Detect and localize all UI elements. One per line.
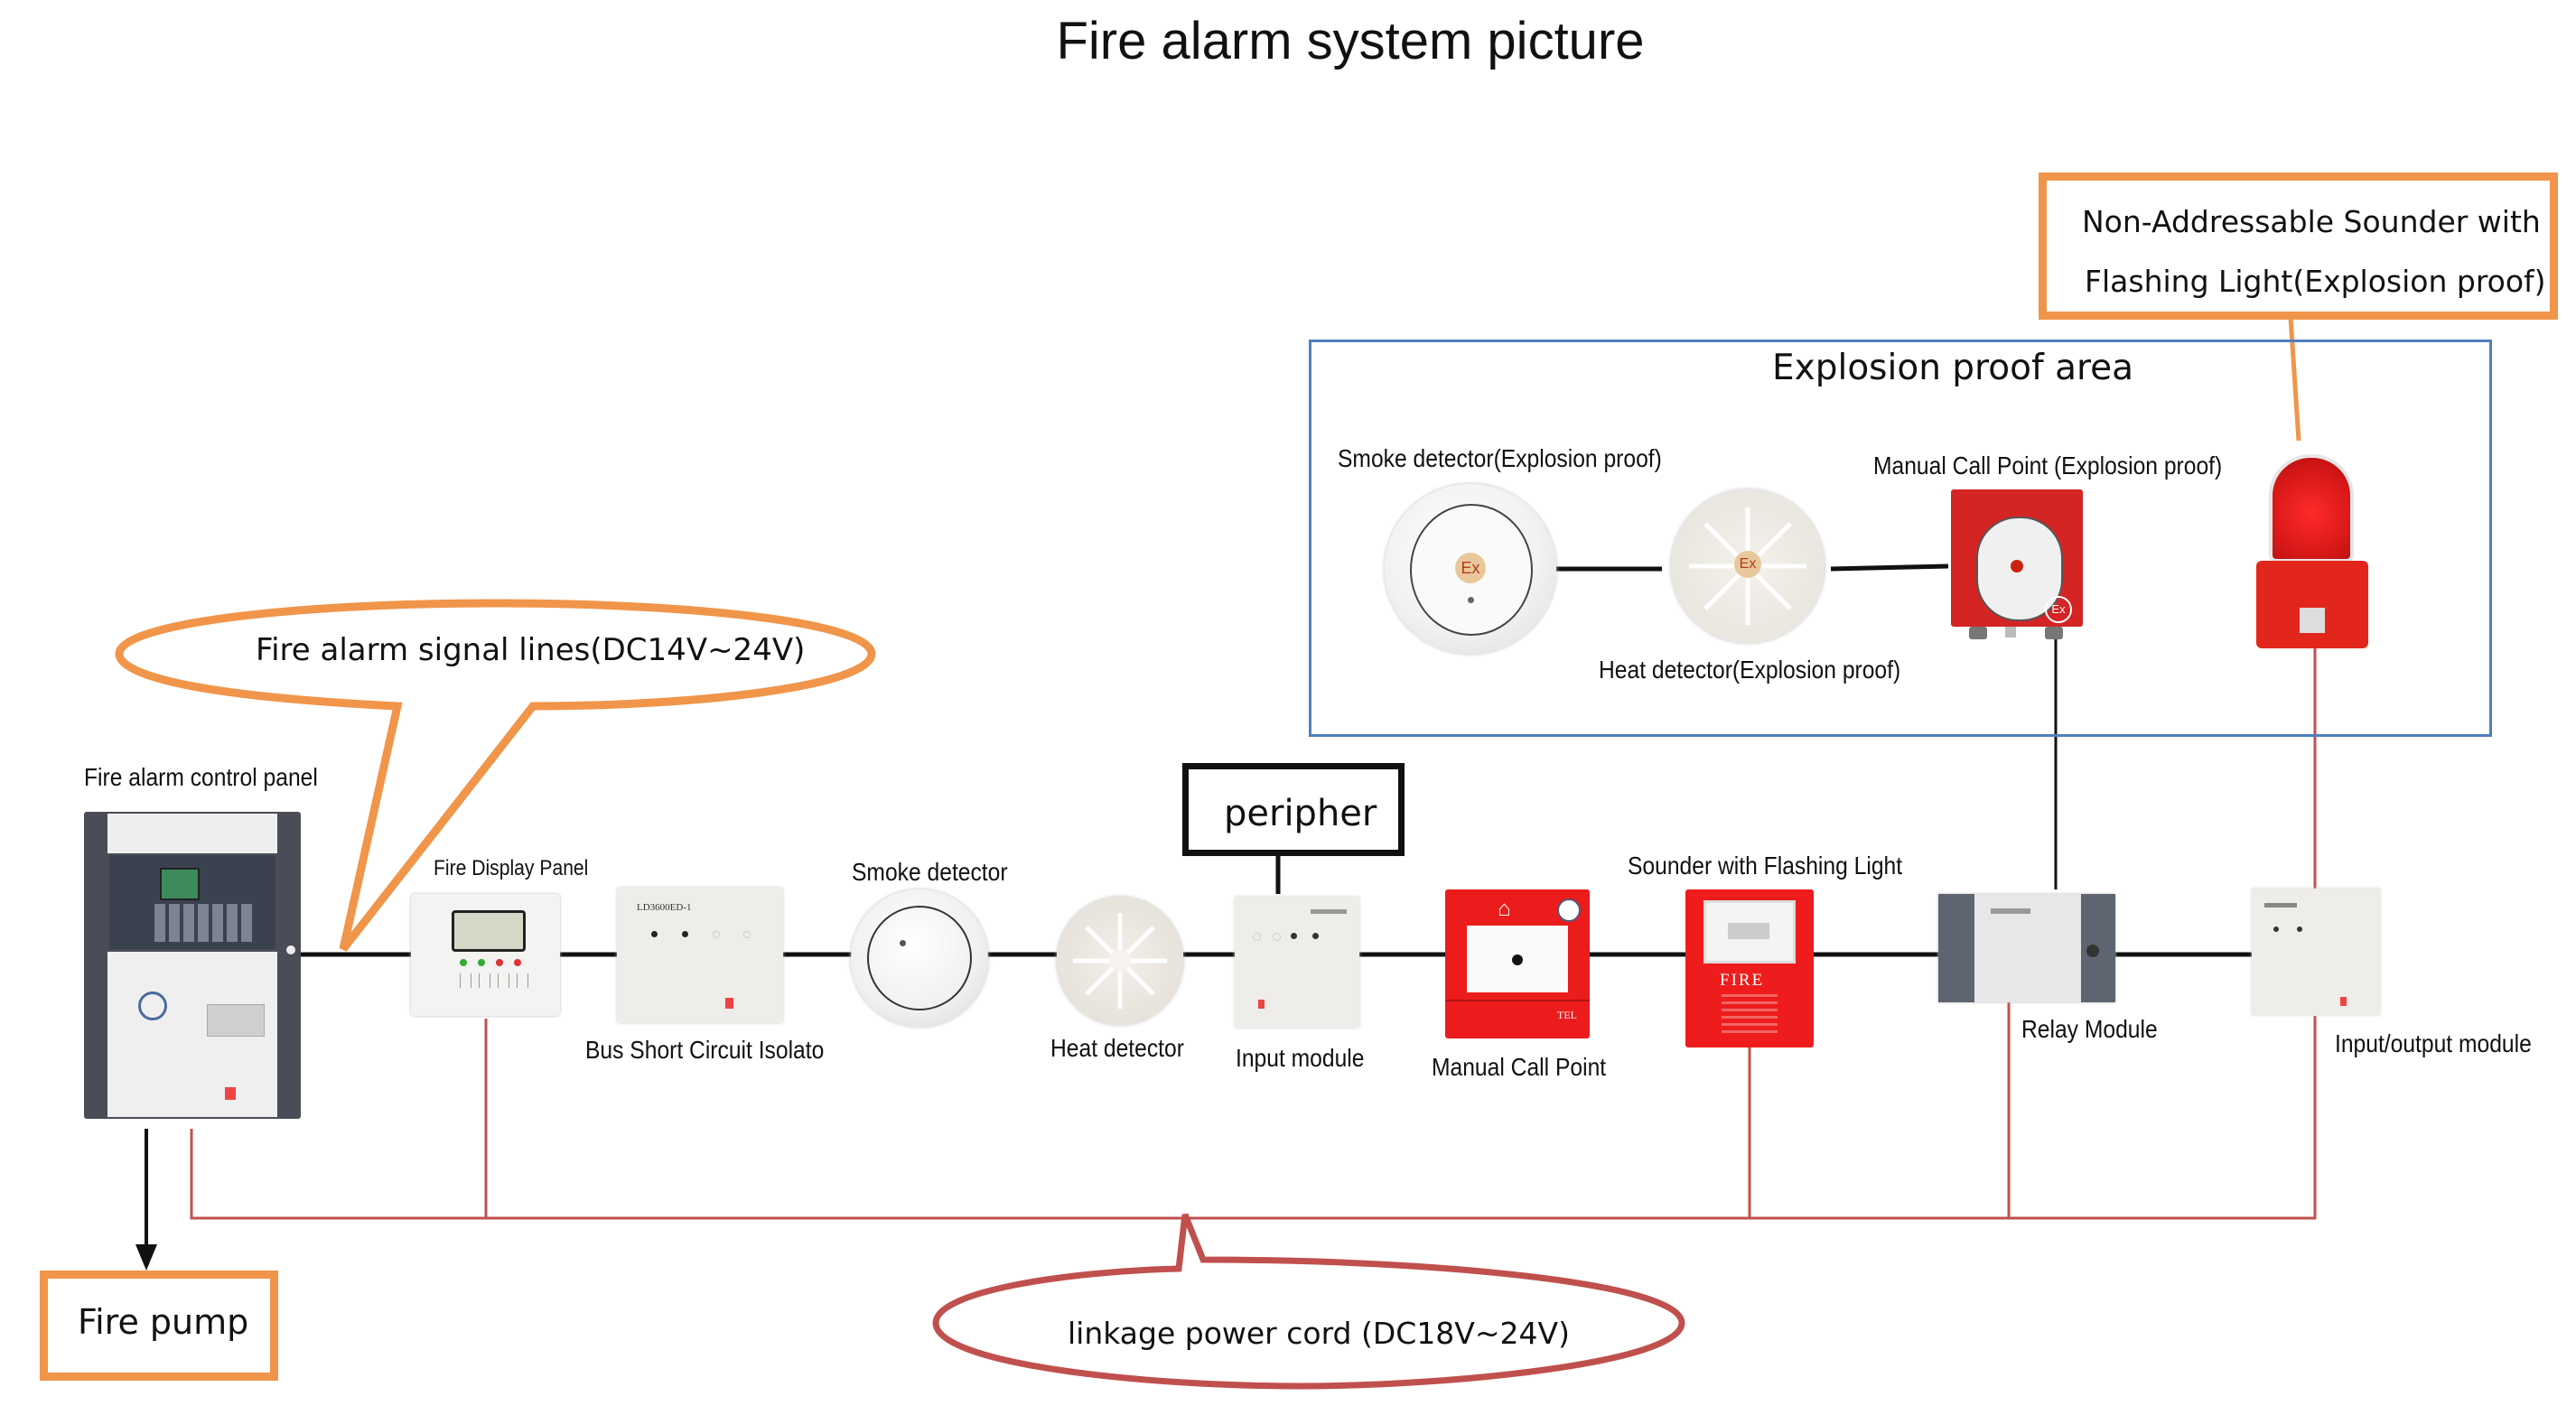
ex-badge-icon: Ex	[1734, 551, 1761, 578]
input-module[interactable]	[1235, 897, 1359, 1028]
fire-pump-arrowhead	[135, 1244, 157, 1271]
power-cord-label: linkage power cord (DC18V~24V)	[1068, 1316, 1570, 1351]
heat-detector-label: Heat detector	[1050, 1034, 1184, 1062]
peripher-label: peripher	[1224, 793, 1377, 834]
press-button-icon	[1512, 954, 1523, 965]
ex-badge-icon: Ex	[1455, 553, 1486, 583]
power-cord-callout-shape	[932, 1213, 1685, 1390]
signal-lines-label: Fire alarm signal lines(DC14V~24V)	[256, 632, 806, 668]
printer-icon	[207, 1004, 265, 1037]
fire-display-panel[interactable]	[411, 894, 560, 1016]
lock-icon	[2086, 945, 2099, 957]
explosion-area-title: Explosion proof area	[1772, 348, 2134, 388]
relay-module-label: Relay Module	[2021, 1015, 2158, 1043]
smoke-detector[interactable]	[851, 889, 988, 1027]
relay-module[interactable]	[1938, 894, 2115, 1002]
display-screen-icon	[452, 910, 526, 952]
manual-call-point-label: Manual Call Point	[1432, 1053, 1607, 1081]
sounder-label: Sounder with Flashing Light	[1628, 852, 1903, 880]
cert-logo-icon	[138, 991, 167, 1020]
input-output-module[interactable]	[2252, 889, 2380, 1015]
heat-detector[interactable]	[1057, 897, 1183, 1025]
ex-mcp-glands	[1967, 627, 2065, 639]
non-addressable-label-line2: Flashing Light(Explosion proof)	[2085, 264, 2546, 299]
isolator-label: Bus Short Circuit Isolato	[585, 1036, 825, 1064]
cert-icon	[1557, 898, 1581, 922]
non-addressable-label-line1: Non-Addressable Sounder with	[2082, 204, 2541, 239]
tel-label: TEL	[1557, 1009, 1577, 1021]
ex-mcp-label: Manual Call Point (Explosion proof)	[1873, 451, 2223, 479]
ex-badge-icon: Ex	[2045, 596, 2072, 623]
fire-text: FIRE	[1720, 971, 1765, 990]
fire-alarm-control-panel[interactable]	[84, 812, 301, 1119]
isolator-model-text: LD3600ED-1	[637, 902, 692, 913]
lcd-screen-icon	[160, 868, 200, 900]
bus-short-circuit-isolator[interactable]: LD3600ED-1	[617, 888, 783, 1023]
fire-pump-label: Fire pump	[78, 1302, 249, 1342]
control-panel-label: Fire alarm control panel	[84, 763, 318, 791]
heat-vanes-icon	[1073, 913, 1167, 1009]
input-output-module-label: Input/output module	[2335, 1029, 2532, 1057]
sounder-flashing-light[interactable]: FIRE	[1685, 889, 1814, 1047]
ex-manual-call-point: Ex	[1951, 489, 2083, 627]
ex-smoke-detector-label: Smoke detector(Explosion proof)	[1338, 444, 1662, 472]
ex-smoke-detector: Ex	[1385, 484, 1556, 654]
ex-sounder-beacon	[2249, 454, 2375, 648]
smoke-detector-label: Smoke detector	[852, 858, 1008, 886]
manual-call-point[interactable]: ⌂ TEL	[1445, 889, 1590, 1038]
ex-heat-detector: Ex	[1671, 489, 1825, 643]
house-fire-icon: ⌂	[1498, 897, 1511, 921]
ex-heat-detector-label: Heat detector(Explosion proof)	[1599, 656, 1901, 684]
input-module-label: Input module	[1236, 1044, 1365, 1072]
fire-display-panel-label: Fire Display Panel	[434, 856, 589, 880]
